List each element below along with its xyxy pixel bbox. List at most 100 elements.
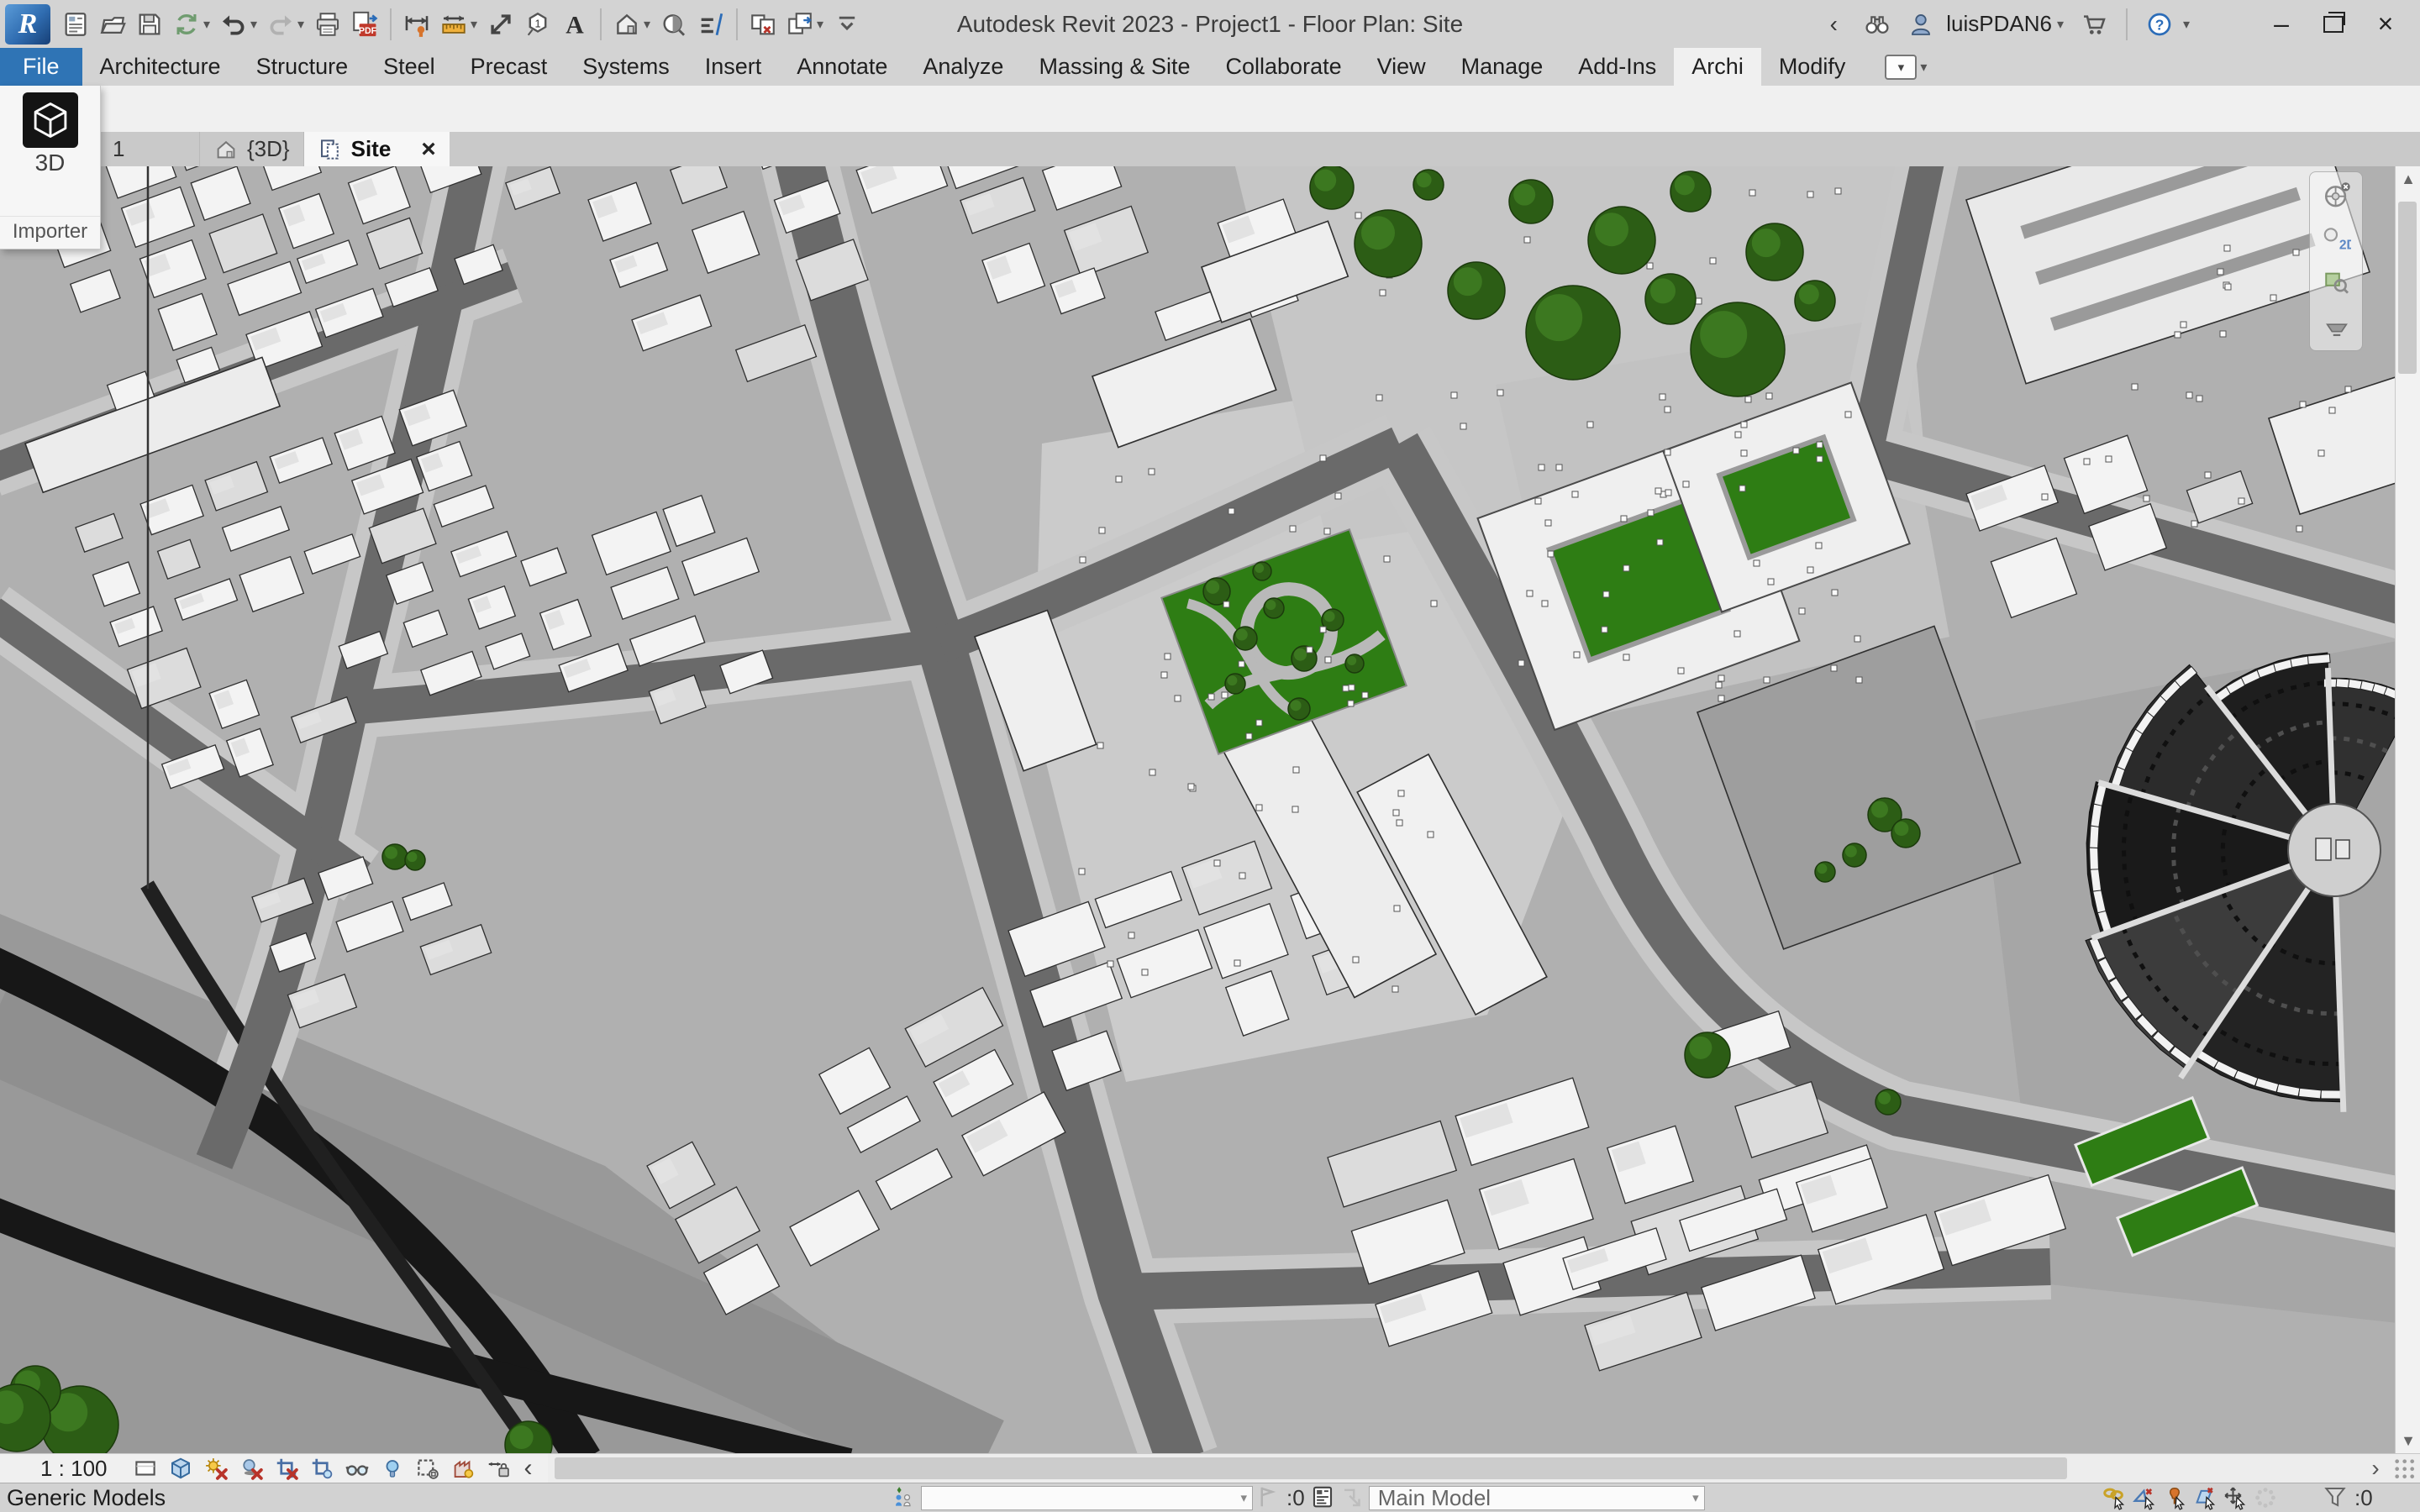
selection-filter-icon[interactable] (2321, 1484, 2351, 1511)
measure-icon[interactable] (398, 5, 435, 44)
reveal-hidden-elements-icon[interactable] (376, 1455, 408, 1482)
ribbon-tab-manage[interactable]: Manage (1444, 48, 1561, 86)
ribbon-tab-precast[interactable]: Precast (453, 48, 566, 86)
vertical-scrollbar[interactable]: ▲ ▼ (2395, 166, 2420, 1453)
scroll-down-icon[interactable]: ▼ (2396, 1428, 2420, 1453)
zoom-region-icon[interactable] (2315, 263, 2357, 302)
help-menu-chevron-icon[interactable]: ▾ (2183, 16, 2195, 33)
transfer-arrow-icon[interactable] (1339, 1484, 1369, 1511)
workset-dropdown[interactable]: ▾ (921, 1486, 1253, 1510)
search-icon[interactable] (1859, 5, 1896, 44)
section-icon[interactable] (655, 5, 692, 44)
editable-only-icon[interactable] (1253, 1484, 1283, 1511)
ribbon-state-toggle-icon[interactable]: ▾ (1885, 55, 1917, 80)
export-pdf-icon[interactable]: PDF (346, 5, 383, 44)
ribbon-tab-massing-site[interactable]: Massing & Site (1021, 48, 1207, 86)
switch-windows-icon[interactable] (781, 5, 818, 44)
default-3d-view-icon[interactable] (608, 5, 645, 44)
ribbon-display-toggle[interactable]: ▾▾ (1885, 48, 1932, 86)
temporary-hide-isolate-icon[interactable] (341, 1455, 373, 1482)
undo-dropdown-icon[interactable]: ▾ (250, 16, 262, 33)
detail-level-icon[interactable] (129, 1455, 161, 1482)
full-navigation-wheel-icon[interactable] (2315, 176, 2357, 214)
select-by-face-icon[interactable] (2190, 1484, 2220, 1511)
3d-button-label[interactable]: 3D (35, 150, 66, 176)
ribbon-tab-view[interactable]: View (1360, 48, 1444, 86)
crop-view-off-icon[interactable] (271, 1455, 302, 1482)
shadows-off-icon[interactable] (235, 1455, 267, 1482)
ribbon-tab-add-ins[interactable]: Add-Ins (1560, 48, 1674, 86)
worksharing-monitor-icon[interactable] (2250, 1484, 2281, 1511)
ribbon-tab-collaborate[interactable]: Collaborate (1208, 48, 1360, 86)
text-note-icon[interactable]: A (556, 5, 593, 44)
ribbon-tab-archi[interactable]: Archi (1674, 48, 1761, 86)
redo-dropdown-icon[interactable]: ▾ (297, 16, 309, 33)
app-store-cart-icon[interactable] (2075, 5, 2112, 44)
scroll-right-icon[interactable]: › (2361, 1454, 2390, 1483)
default-3d-view-dropdown-icon[interactable]: ▾ (644, 16, 655, 33)
collapse-search-icon[interactable]: ‹ (1815, 5, 1852, 44)
temporary-view-properties-icon[interactable] (412, 1455, 444, 1482)
sync-with-central-icon[interactable] (168, 5, 205, 44)
drawing-area[interactable]: 2D (0, 166, 2395, 1453)
help-icon[interactable]: ? (2141, 5, 2178, 44)
ribbon-state-chevron-icon[interactable]: ▾ (1920, 59, 1932, 76)
horizontal-scrollbar[interactable]: › (548, 1454, 2420, 1483)
close-inactive-windows-icon[interactable] (744, 5, 781, 44)
nav-more-icon[interactable] (2315, 307, 2357, 345)
visual-style-icon[interactable] (165, 1455, 197, 1482)
switch-windows-dropdown-icon[interactable]: ▾ (817, 16, 829, 33)
user-name[interactable]: luisPDAN6 (1946, 11, 2052, 37)
scroll-up-icon[interactable]: ▲ (2396, 166, 2420, 192)
sync-with-central-dropdown-icon[interactable]: ▾ (203, 16, 215, 33)
analytical-model-icon[interactable] (447, 1455, 479, 1482)
wheel-2d-icon[interactable]: 2D (2315, 219, 2357, 258)
close-button[interactable]: × (2363, 6, 2408, 43)
sun-path-off-icon[interactable] (200, 1455, 232, 1482)
ribbon-tab-systems[interactable]: Systems (565, 48, 687, 86)
customize-qat-icon[interactable] (829, 5, 865, 44)
user-menu-chevron-icon[interactable]: ▾ (2057, 16, 2069, 33)
view-scale-button[interactable]: 1 : 100 (0, 1456, 129, 1482)
print-icon[interactable] (309, 5, 346, 44)
undo-icon[interactable] (215, 5, 252, 44)
vertical-scroll-thumb[interactable] (2398, 202, 2417, 374)
select-underlay-icon[interactable] (2129, 1484, 2160, 1511)
modify-arrow-icon[interactable] (482, 5, 519, 44)
ribbon-tab-steel[interactable]: Steel (366, 48, 453, 86)
tag-by-category-icon[interactable]: 1 (519, 5, 556, 44)
ribbon-tab-architecture[interactable]: Architecture (82, 48, 239, 86)
site-plan-canvas[interactable] (0, 166, 2395, 1453)
ribbon-tab-file[interactable]: File (0, 48, 82, 86)
3d-import-button[interactable] (23, 92, 78, 148)
view-tab-site[interactable]: Site× (304, 132, 450, 166)
ribbon-tab-annotate[interactable]: Annotate (779, 48, 905, 86)
select-links-icon[interactable] (2099, 1484, 2129, 1511)
active-workset-icon[interactable] (891, 1484, 921, 1511)
open-folder-icon[interactable] (94, 5, 131, 44)
view-tab-3d[interactable]: {3D} (200, 132, 304, 166)
thin-lines-icon[interactable] (692, 5, 729, 44)
ribbon-tab-insert[interactable]: Insert (687, 48, 780, 86)
show-crop-region-icon[interactable] (306, 1455, 338, 1482)
drag-on-selection-icon[interactable] (2220, 1484, 2250, 1511)
redo-icon[interactable] (262, 5, 299, 44)
aligned-dimension-dropdown-icon[interactable]: ▾ (471, 16, 482, 33)
status-properties-icon[interactable] (1308, 1484, 1339, 1511)
save-icon[interactable] (131, 5, 168, 44)
close-view-icon[interactable]: × (421, 135, 436, 164)
aligned-dimension-icon[interactable] (435, 5, 472, 44)
ribbon-tab-modify[interactable]: Modify (1761, 48, 1864, 86)
collapse-control-bar-icon[interactable]: ‹ (514, 1454, 543, 1483)
file-properties-icon[interactable] (57, 5, 94, 44)
ribbon-tab-analyze[interactable]: Analyze (905, 48, 1021, 86)
select-pinned-icon[interactable] (2160, 1484, 2190, 1511)
minimize-button[interactable]: – (2259, 6, 2304, 43)
reveal-constraints-icon[interactable] (482, 1455, 514, 1482)
revit-logo-icon[interactable]: R (5, 4, 50, 45)
horizontal-scroll-thumb[interactable] (555, 1457, 2067, 1479)
view-tab-1[interactable]: 1 (99, 132, 200, 166)
ribbon-tab-structure[interactable]: Structure (239, 48, 366, 86)
user-avatar-icon[interactable] (1902, 5, 1939, 44)
design-option-dropdown[interactable]: Main Model▾ (1369, 1486, 1705, 1510)
